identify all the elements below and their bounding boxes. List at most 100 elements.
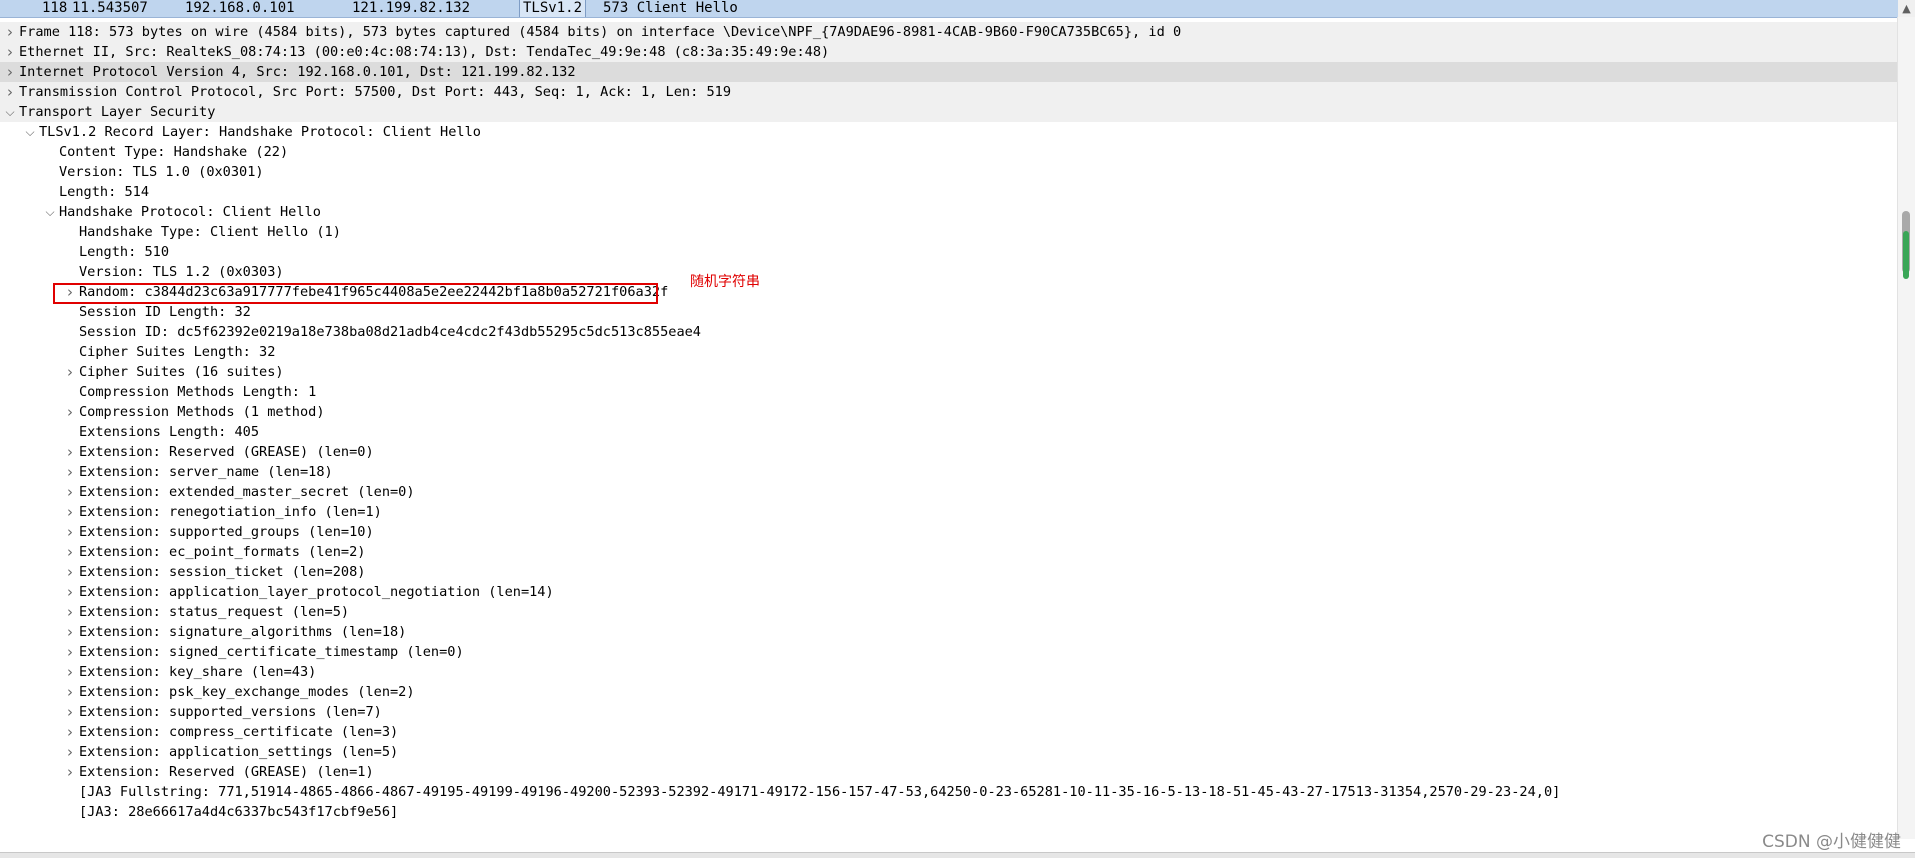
tree-item[interactable]: › Random: c3844d23c63a917777febe41f965c44… bbox=[0, 282, 1898, 302]
tree-item[interactable]: › Cipher Suites (16 suites) bbox=[0, 362, 1898, 382]
chevron-right-icon[interactable]: › bbox=[64, 682, 76, 702]
tree-item[interactable]: › Frame 118: 573 bytes on wire (4584 bits… bbox=[0, 22, 1898, 42]
tree-item[interactable]: › Extension: status_request (len=5) bbox=[0, 602, 1898, 622]
tree-item[interactable]: › Extension: session_ticket (len=208) bbox=[0, 562, 1898, 582]
chevron-right-icon[interactable]: › bbox=[64, 662, 76, 682]
chevron-down-icon[interactable]: ⌵ bbox=[44, 202, 56, 222]
tree-item[interactable]: › Extension: signed_certificate_timestamp… bbox=[0, 642, 1898, 662]
chevron-right-icon[interactable]: › bbox=[64, 402, 76, 422]
tree-item[interactable]: Content Type: Handshake (22) bbox=[0, 142, 1898, 162]
tree-item-label: Session ID Length: 32 bbox=[79, 304, 251, 320]
chevron-right-icon[interactable]: › bbox=[64, 502, 76, 522]
tree-item[interactable]: › Ethernet II, Src: RealtekS_08:74:13 (00… bbox=[0, 42, 1898, 62]
tree-item[interactable]: Handshake Type: Client Hello (1) bbox=[0, 222, 1898, 242]
tree-item[interactable]: [JA3 Fullstring: 771,51914-4865-4866-486… bbox=[0, 782, 1898, 802]
chevron-down-icon[interactable]: ⌵ bbox=[4, 102, 16, 122]
tree-item[interactable]: Version: TLS 1.2 (0x0303) bbox=[0, 262, 1898, 282]
pane-divider[interactable] bbox=[0, 852, 1915, 858]
chevron-right-icon[interactable]: › bbox=[64, 742, 76, 762]
packet-source: 192.168.0.101 bbox=[185, 0, 295, 16]
tree-item[interactable]: › Extension: supported_versions (len=7) bbox=[0, 702, 1898, 722]
tree-item[interactable]: › Extension: extended_master_secret (len=… bbox=[0, 482, 1898, 502]
packet-list-selected-row[interactable]: 118 11.543507 192.168.0.101 121.199.82.1… bbox=[0, 0, 1898, 18]
tree-item[interactable]: Session ID Length: 32 bbox=[0, 302, 1898, 322]
tree-item-label: Length: 510 bbox=[79, 244, 170, 260]
packet-time: 11.543507 bbox=[72, 0, 148, 16]
tree-item[interactable]: Length: 510 bbox=[0, 242, 1898, 262]
tree-item-label: Extension: Reserved (GREASE) (len=0) bbox=[79, 444, 374, 460]
tree-item-label: Frame 118: 573 bytes on wire (4584 bits)… bbox=[19, 24, 1182, 40]
chevron-right-icon[interactable]: › bbox=[64, 362, 76, 382]
chevron-right-icon[interactable]: › bbox=[64, 702, 76, 722]
tree-item[interactable]: ⌵ Handshake Protocol: Client Hello bbox=[0, 202, 1898, 222]
tree-item-label: Extension: application_settings (len=5) bbox=[79, 744, 399, 760]
tree-item-label: Extension: key_share (len=43) bbox=[79, 664, 317, 680]
tree-item-label: Handshake Type: Client Hello (1) bbox=[79, 224, 341, 240]
tree-item[interactable]: ⌵ TLSv1.2 Record Layer: Handshake Protoco… bbox=[0, 122, 1898, 142]
tree-item[interactable]: › Internet Protocol Version 4, Src: 192.1… bbox=[0, 62, 1898, 82]
tree-item-label: Compression Methods Length: 1 bbox=[79, 384, 317, 400]
tree-item[interactable]: › Extension: signature_algorithms (len=18… bbox=[0, 622, 1898, 642]
chevron-right-icon[interactable]: › bbox=[64, 462, 76, 482]
tree-item[interactable]: › Extension: key_share (len=43) bbox=[0, 662, 1898, 682]
tree-item-label: Version: TLS 1.2 (0x0303) bbox=[79, 264, 284, 280]
tree-item-label: Compression Methods (1 method) bbox=[79, 404, 325, 420]
chevron-right-icon[interactable]: › bbox=[64, 622, 76, 642]
chevron-down-icon[interactable]: ⌵ bbox=[24, 122, 36, 142]
tree-item[interactable]: › Extension: application_settings (len=5) bbox=[0, 742, 1898, 762]
tree-item-label: Extension: application_layer_protocol_ne… bbox=[79, 584, 554, 600]
tree-item[interactable]: Compression Methods Length: 1 bbox=[0, 382, 1898, 402]
tree-item-label: Extension: signature_algorithms (len=18) bbox=[79, 624, 407, 640]
packet-number: 118 bbox=[42, 0, 68, 16]
chevron-right-icon[interactable]: › bbox=[4, 82, 16, 102]
tree-item-label: Extension: server_name (len=18) bbox=[79, 464, 333, 480]
tree-item[interactable]: › Extension: ec_point_formats (len=2) bbox=[0, 542, 1898, 562]
tree-item-label: Session ID: dc5f62392e0219a18e738ba08d21… bbox=[79, 324, 701, 340]
chevron-right-icon[interactable]: › bbox=[4, 22, 16, 42]
tree-item[interactable]: Version: TLS 1.0 (0x0301) bbox=[0, 162, 1898, 182]
vertical-scrollbar[interactable] bbox=[1897, 17, 1915, 839]
tree-item-label: Handshake Protocol: Client Hello bbox=[59, 204, 321, 220]
tree-item-label: Extension: supported_versions (len=7) bbox=[79, 704, 382, 720]
chevron-right-icon[interactable]: › bbox=[64, 642, 76, 662]
tree-item-label: Extension: session_ticket (len=208) bbox=[79, 564, 366, 580]
tree-item-label: Extension: extended_master_secret (len=0… bbox=[79, 484, 415, 500]
chevron-right-icon[interactable]: › bbox=[64, 762, 76, 782]
chevron-right-icon[interactable]: › bbox=[64, 582, 76, 602]
tree-item-label: Transport Layer Security bbox=[19, 104, 216, 120]
chevron-right-icon[interactable]: › bbox=[4, 62, 16, 82]
tree-item[interactable]: › Transmission Control Protocol, Src Port… bbox=[0, 82, 1898, 102]
chevron-right-icon[interactable]: › bbox=[64, 282, 76, 302]
tree-item[interactable]: Extensions Length: 405 bbox=[0, 422, 1898, 442]
tree-item-label: Version: TLS 1.0 (0x0301) bbox=[59, 164, 264, 180]
tree-item[interactable]: › Extension: renegotiation_info (len=1) bbox=[0, 502, 1898, 522]
chevron-right-icon[interactable]: › bbox=[64, 562, 76, 582]
tree-item[interactable]: [JA3: 28e66617a4d4c6337bc543f17cbf9e56] bbox=[0, 802, 1898, 822]
chevron-right-icon[interactable]: › bbox=[64, 482, 76, 502]
tree-item[interactable]: › Extension: Reserved (GREASE) (len=1) bbox=[0, 762, 1898, 782]
tree-item[interactable]: ⌵ Transport Layer Security bbox=[0, 102, 1898, 122]
tree-item[interactable]: › Extension: compress_certificate (len=3) bbox=[0, 722, 1898, 742]
tree-item-label: TLSv1.2 Record Layer: Handshake Protocol… bbox=[39, 124, 481, 140]
tree-item[interactable]: › Extension: psk_key_exchange_modes (len=… bbox=[0, 682, 1898, 702]
tree-item-label: Extension: ec_point_formats (len=2) bbox=[79, 544, 366, 560]
tree-item[interactable]: Cipher Suites Length: 32 bbox=[0, 342, 1898, 362]
tree-item[interactable]: › Extension: supported_groups (len=10) bbox=[0, 522, 1898, 542]
tree-item-label: Extension: status_request (len=5) bbox=[79, 604, 350, 620]
tree-item-label: Random: c3844d23c63a917777febe41f965c440… bbox=[79, 284, 669, 300]
chevron-right-icon[interactable]: › bbox=[64, 542, 76, 562]
tree-item[interactable]: Length: 514 bbox=[0, 182, 1898, 202]
chevron-right-icon[interactable]: › bbox=[64, 522, 76, 542]
tree-item[interactable]: › Compression Methods (1 method) bbox=[0, 402, 1898, 422]
tree-item[interactable]: Session ID: dc5f62392e0219a18e738ba08d21… bbox=[0, 322, 1898, 342]
tree-item[interactable]: › Extension: server_name (len=18) bbox=[0, 462, 1898, 482]
tree-item[interactable]: › Extension: Reserved (GREASE) (len=0) bbox=[0, 442, 1898, 462]
chevron-right-icon[interactable]: › bbox=[64, 602, 76, 622]
tree-item-label: Extension: signed_certificate_timestamp … bbox=[79, 644, 464, 660]
packet-info: 573 Client Hello bbox=[603, 0, 738, 16]
scroll-up-arrow-icon[interactable]: ▲ bbox=[1898, 0, 1915, 17]
chevron-right-icon[interactable]: › bbox=[4, 42, 16, 62]
chevron-right-icon[interactable]: › bbox=[64, 442, 76, 462]
tree-item[interactable]: › Extension: application_layer_protocol_n… bbox=[0, 582, 1898, 602]
chevron-right-icon[interactable]: › bbox=[64, 722, 76, 742]
